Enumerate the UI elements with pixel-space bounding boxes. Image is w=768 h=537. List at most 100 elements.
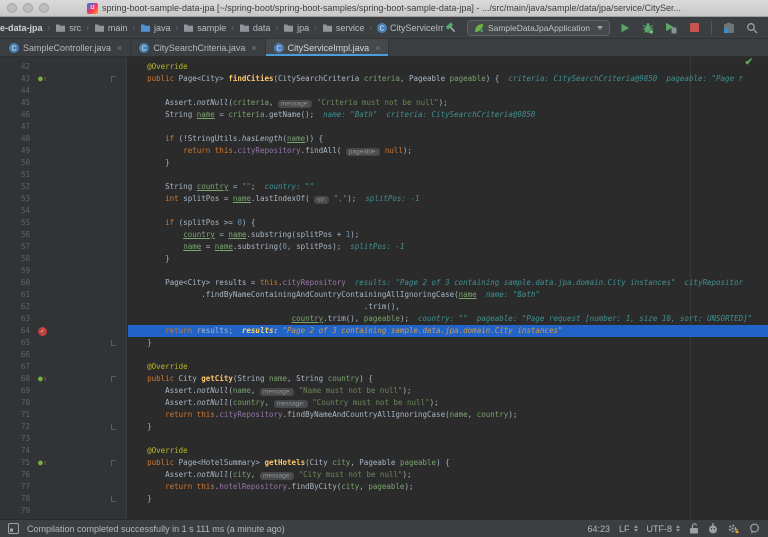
gear-update-icon[interactable] [727,523,740,535]
line-number[interactable]: 66 [0,349,30,361]
hector-inspector-icon[interactable] [708,523,718,534]
structure-icon[interactable] [721,20,737,36]
folder-icon [283,23,294,33]
line-number[interactable]: 43 [0,73,30,85]
breadcrumb-item-cityserviceimpl[interactable]: CCityServiceImpl [377,23,444,33]
line-number[interactable]: 67 [0,361,30,373]
fold-marker-icon[interactable] [111,460,116,466]
breadcrumb-item-sample[interactable]: sample [183,23,226,33]
override-method-icon[interactable]: ●↑ [38,457,47,469]
line-number[interactable]: 61 [0,289,30,301]
fold-marker-icon[interactable] [111,424,116,430]
tab-samplecontroller-java[interactable]: CSampleController.java× [1,39,131,56]
breadcrumb-item-data[interactable]: data [239,23,271,33]
fold-marker-icon[interactable] [111,340,116,346]
breadcrumb-item-e-data-jpa[interactable]: e-data-jpa [0,23,43,33]
build-hammer-icon[interactable] [444,20,460,36]
search-icon[interactable] [744,20,760,36]
line-number[interactable]: 52 [0,181,30,193]
code-line-69: 69 Assert.notNull(name, message: "Name m… [0,385,768,397]
code-line-72: 72 } [0,421,768,433]
breakpoint-icon[interactable]: ✓ [38,327,47,336]
line-number[interactable]: 62 [0,301,30,313]
line-number[interactable]: 75 [0,457,30,469]
line-number[interactable]: 47 [0,121,30,133]
line-number[interactable]: 78 [0,493,30,505]
code-editor[interactable]: ✔ 42 @Override43●↑ public Page<City> fin… [0,57,768,519]
code-text: } [129,421,152,433]
folder-icon [183,23,194,33]
line-number[interactable]: 54 [0,205,30,217]
close-tab-icon[interactable]: × [375,43,380,53]
line-number[interactable]: 76 [0,469,30,481]
line-number[interactable]: 50 [0,157,30,169]
breadcrumb-item-service[interactable]: service [322,23,365,33]
caret-position-widget[interactable]: 64:23 [587,524,610,534]
toolwindow-toggle-icon[interactable] [8,523,19,534]
tab-cityserviceimpl-java[interactable]: CCityServiceImpl.java× [266,39,390,56]
minimize-window-icon[interactable] [23,3,33,13]
line-ending-widget[interactable]: LF [619,524,638,534]
line-number[interactable]: 46 [0,109,30,121]
coverage-icon[interactable] [663,20,679,36]
inline-debug-value: splitPos: -1 [356,194,419,203]
zoom-window-icon[interactable] [39,3,49,13]
close-tab-icon[interactable]: × [117,43,122,53]
line-number[interactable]: 53 [0,193,30,205]
unlock-icon[interactable] [689,523,699,534]
fold-marker-icon[interactable] [111,496,116,502]
line-number[interactable]: 45 [0,97,30,109]
line-number[interactable]: 65 [0,337,30,349]
breadcrumb-item-src[interactable]: src [55,23,81,33]
override-method-icon[interactable]: ●↑ [38,73,47,85]
line-number[interactable]: 64 [0,325,30,337]
breadcrumb-item-main[interactable]: main [94,23,128,33]
breadcrumb-item-jpa[interactable]: jpa [283,23,309,33]
tab-citysearchcriteria-java[interactable]: CCitySearchCriteria.java× [131,39,265,56]
line-number[interactable]: 79 [0,505,30,517]
line-number[interactable]: 51 [0,169,30,181]
line-number[interactable]: 72 [0,421,30,433]
line-number[interactable]: 44 [0,85,30,97]
line-number[interactable]: 57 [0,241,30,253]
line-number[interactable]: 58 [0,253,30,265]
code-line-52: 52 String country = ""; country: "" [0,181,768,193]
line-number[interactable]: 59 [0,265,30,277]
breadcrumb-label: service [336,23,365,33]
line-number[interactable]: 73 [0,433,30,445]
line-number[interactable]: 48 [0,133,30,145]
line-number[interactable]: 56 [0,229,30,241]
code-line-56: 56 country = name.substring(splitPos + 1… [0,229,768,241]
fold-marker-icon[interactable] [111,376,116,382]
line-number[interactable]: 70 [0,397,30,409]
run-configuration-select[interactable]: SampleDataJpaApplication [467,20,610,36]
code-line-44: 44 [0,85,768,97]
encoding-widget[interactable]: UTF-8 [647,524,681,534]
code-text: } [129,493,152,505]
override-method-icon[interactable]: ●↑ [38,373,47,385]
line-number[interactable]: 69 [0,385,30,397]
line-number[interactable]: 74 [0,445,30,457]
breadcrumb-separator-icon: › [369,23,372,32]
line-number[interactable]: 42 [0,61,30,73]
line-number[interactable]: 68 [0,373,30,385]
line-number[interactable]: 55 [0,217,30,229]
debug-icon[interactable] [640,20,656,36]
code-text: public Page<City> findCities(CitySearchC… [129,73,743,85]
stop-icon[interactable] [686,20,702,36]
line-number[interactable]: 60 [0,277,30,289]
editor-tab-bar: CSampleController.java×CCitySearchCriter… [0,39,768,57]
line-number[interactable]: 49 [0,145,30,157]
breadcrumb-item-java[interactable]: java [140,23,171,33]
inline-debug-value: "Page 2 of 3 containing sample.data.jpa.… [283,326,563,335]
breadcrumb-label: sample [197,23,226,33]
run-icon[interactable] [617,20,633,36]
fold-marker-icon[interactable] [111,76,116,82]
line-number[interactable]: 63 [0,313,30,325]
line-number[interactable]: 71 [0,409,30,421]
line-number[interactable]: 77 [0,481,30,493]
close-window-icon[interactable] [7,3,17,13]
notification-bubble-icon[interactable] [749,523,760,534]
close-tab-icon[interactable]: × [251,43,256,53]
traffic-lights [7,3,49,13]
